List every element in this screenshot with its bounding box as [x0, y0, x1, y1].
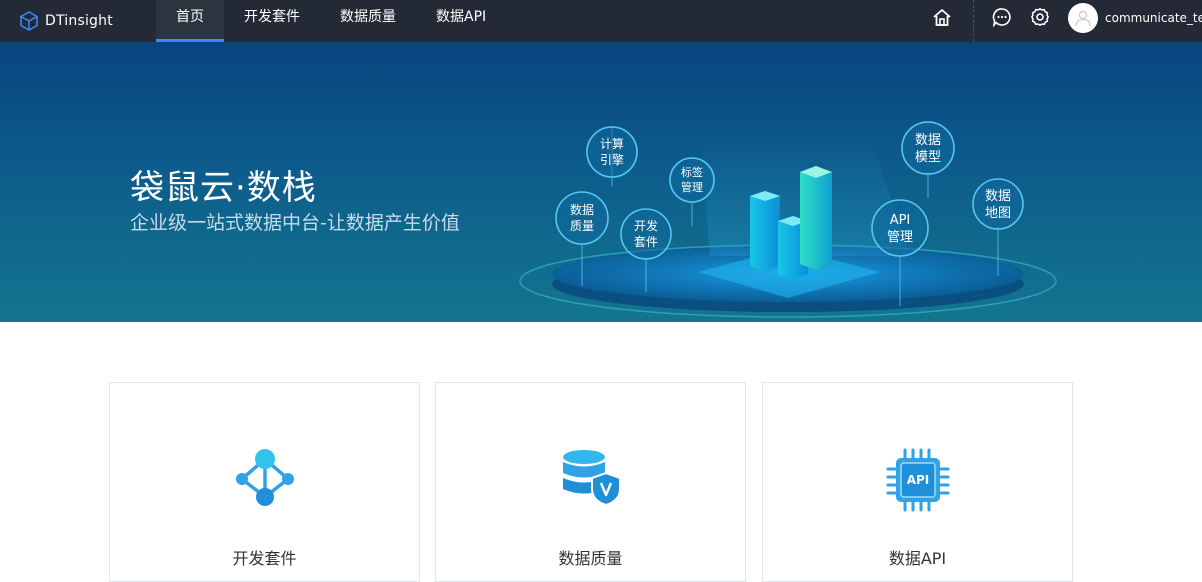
card-dev-suite[interactable]: 开发套件: [109, 382, 420, 582]
brand-name: DTinsight: [45, 13, 113, 29]
svg-text:质量: 质量: [570, 219, 594, 233]
api-chip-icon: API: [886, 448, 949, 512]
svg-text:API: API: [890, 213, 911, 228]
nav-divider: [973, 0, 974, 42]
svg-text:引擎: 引擎: [600, 152, 624, 167]
svg-text:管理: 管理: [887, 230, 913, 245]
svg-text:地图: 地图: [985, 206, 1011, 221]
platform-illustration: 计算 引擎 数据 质量 标签 管理 开发 套件 数据 模型 API 管理 数据 …: [519, 121, 1057, 318]
bubble-data-model: 数据 模型: [901, 121, 955, 175]
brand[interactable]: DTinsight: [20, 0, 113, 42]
database-shield-icon: [562, 450, 621, 507]
svg-text:数据: 数据: [915, 133, 941, 148]
bubble-data-map: 数据 地图: [972, 178, 1024, 230]
card-data-quality[interactable]: 数据质量: [435, 382, 746, 582]
bubble-dev-suite: 开发 套件: [620, 208, 672, 260]
card-label: 开发套件: [232, 549, 297, 568]
network-nodes-icon: [235, 449, 294, 506]
tab-data-quality[interactable]: 数据质量: [320, 0, 416, 42]
message-icon[interactable]: [992, 7, 1012, 27]
svg-text:套件: 套件: [634, 235, 658, 249]
svg-text:标签: 标签: [681, 165, 703, 179]
bubble-api-management: API 管理: [871, 199, 929, 257]
svg-text:管理: 管理: [681, 180, 703, 194]
card-data-api[interactable]: API 数据API: [762, 382, 1073, 582]
avatar[interactable]: [1068, 3, 1098, 33]
banner-subtitle: 企业级一站式数据中台-让数据产生价值: [130, 212, 460, 234]
bubble-tag-management: 标签 管理: [669, 157, 715, 203]
banner-title: 袋鼠云·数栈: [130, 168, 317, 208]
nav-tabs: 首页 开发套件 数据质量 数据API: [156, 0, 506, 42]
username[interactable]: communicate_test: [1105, 11, 1202, 25]
bubble-data-quality: 数据 质量: [555, 191, 609, 245]
nav-actions: communicate_test: [922, 0, 1202, 42]
tab-dev-suite[interactable]: 开发套件: [224, 0, 320, 42]
svg-text:数据: 数据: [570, 202, 594, 217]
home-icon[interactable]: [932, 8, 952, 28]
tab-home[interactable]: 首页: [156, 0, 224, 42]
svg-text:模型: 模型: [915, 150, 941, 165]
svg-text:API: API: [906, 473, 929, 487]
product-cards: 开发套件 数据质量 API 数据API: [0, 322, 1202, 582]
hero-banner: 袋鼠云·数栈 企业级一站式数据中台-让数据产生价值 计算 引擎 数据 质量 标签…: [0, 42, 1202, 322]
cube-logo-icon: [20, 11, 38, 31]
bubble-compute-engine: 计算 引擎: [586, 126, 638, 178]
tab-data-api[interactable]: 数据API: [416, 0, 506, 42]
svg-text:计算: 计算: [600, 136, 624, 151]
card-label: 数据质量: [558, 549, 623, 568]
svg-text:数据: 数据: [985, 189, 1011, 204]
top-navigation: DTinsight 首页 开发套件 数据质量 数据API communicate…: [0, 0, 1202, 42]
gear-icon[interactable]: [1030, 7, 1050, 27]
svg-text:开发: 开发: [634, 218, 658, 233]
user-icon: [1075, 10, 1091, 27]
card-label: 数据API: [888, 549, 947, 568]
